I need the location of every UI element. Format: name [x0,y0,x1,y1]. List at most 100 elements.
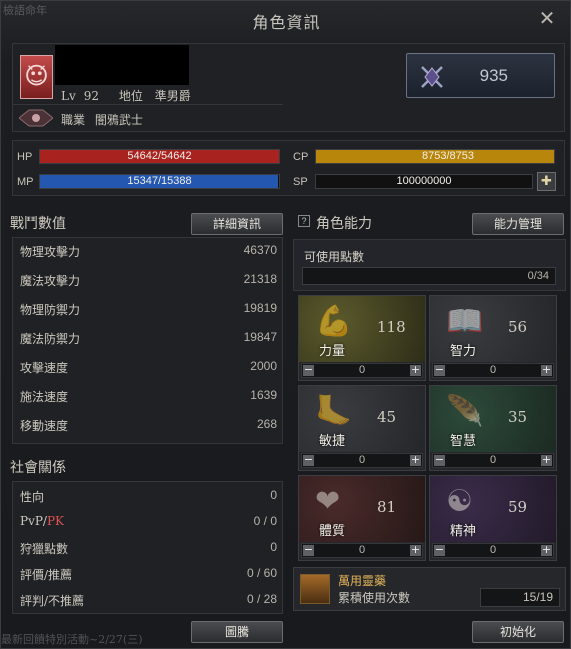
divider [12,104,283,105]
rank-value: 準男爵 [154,89,191,103]
ability-value: 56 [508,318,528,336]
arm-icon: 💪 [299,296,425,362]
increase-button[interactable]: + [410,544,421,556]
detail-info-button[interactable]: 詳細資訊 [191,213,283,235]
ability-alloc: 0 [358,364,366,376]
ability-value: 59 [508,498,528,516]
ability-alloc: 0 [358,544,366,556]
ability-alloc: 0 [489,544,497,556]
faction-score-box[interactable]: 935 [406,53,555,98]
elixir-name: 萬用靈藥 [338,574,387,588]
ability-alloc: 0 [358,454,366,466]
ability-value: 45 [377,408,397,426]
help-icon[interactable]: ? [298,215,310,227]
social-value: 0 / 28 [246,592,277,606]
demon-crest-icon [20,55,53,99]
social-row: PvP/PK 0 / 0 [12,508,283,536]
job-label: 職業 [61,113,86,127]
combat-stat-value: 46370 [243,243,277,257]
ability-manage-button[interactable]: 能力管理 [472,213,564,235]
abilities-title: 角色能力 [316,216,372,232]
hp-bar: 54642/54642 [39,149,280,164]
elixir-box: 萬用靈藥 累積使用次數 15/19 [293,567,566,611]
social-title: 社會關係 [10,460,66,476]
ability-alloc: 0 [489,454,497,466]
ability-stepper: −0 + [432,543,554,558]
combat-stat-value: 19847 [243,330,277,344]
ability-stepper: −0 + [301,543,423,558]
social-label: 狩獵點數 [20,542,69,556]
character-info-window: 檢語命年 角色資訊 ✕ Lv 92 地位 準男爵 職業 闇鴉武士 935 HP 5… [0,0,571,649]
combat-stat-label: 物理攻擊力 [20,245,81,259]
social-label: 性向 [20,490,45,504]
available-points-bar: 0/34 [302,267,556,285]
elixir-icon [300,574,330,604]
ability-card: 🦶 敏捷 45−0 + [298,385,426,471]
ability-name: 智慧 [450,434,477,449]
combat-stat-label: 攻擊速度 [20,361,69,375]
increase-button[interactable]: + [410,364,421,376]
social-value: 0 / 0 [253,514,277,528]
cp-label: CP [293,151,309,163]
foot-icon: 🦶 [299,386,425,452]
background-text-bottom: 最新回饋特別活動~2/27(三) [1,633,143,646]
sp-text: 100000000 [396,175,452,187]
job-emblem-icon [18,109,54,127]
ability-name: 力量 [319,344,346,359]
ability-alloc: 0 [489,364,497,376]
mind-icon: ☯ [430,476,556,542]
combat-stat-value: 21318 [243,272,277,286]
ability-stepper: −0 + [432,363,554,378]
book-icon: 📖 [430,296,556,362]
ability-card: ☯ 精神 59−0 + [429,475,557,561]
elixir-usage-value: 15/19 [480,588,560,607]
social-row: 性向 0 [12,482,283,510]
rank-label: 地位 [118,89,143,103]
social-value: 0 / 60 [246,566,277,580]
faction-score: 935 [479,66,508,85]
social-label: 評判/不推薦 [20,594,85,608]
mp-text: 15347/15388 [127,175,192,187]
combat-stat-row: 物理防禦力 19819 [12,295,283,323]
increase-button[interactable]: + [541,454,552,466]
hp-text: 54642/54642 [127,150,192,162]
combat-stat-row: 移動速度 268 [12,411,283,439]
ability-card: 📖 智力 56−0 + [429,295,557,381]
increase-button[interactable]: + [541,544,552,556]
level-label: Lv 92 [61,89,100,103]
increase-button[interactable]: + [410,454,421,466]
available-points-value: 0/34 [527,270,549,282]
increase-button[interactable]: + [541,364,552,376]
combat-stat-label: 魔法防禦力 [20,332,81,346]
cp-bar: 8753/8753 [315,149,555,164]
mp-bar: 15347/15388 [39,174,280,189]
ability-value: 35 [508,408,528,426]
hp-label: HP [17,151,33,163]
ability-card: 💪 力量 118−0 + [298,295,426,381]
social-label: PvP/PK [20,514,65,528]
combat-stat-value: 2000 [250,359,277,373]
ability-stepper: −0 + [301,363,423,378]
combat-stat-label: 物理防禦力 [20,303,81,317]
window-title: 角色資訊 [252,13,321,32]
social-label: 評價/推薦 [20,568,73,582]
job-value: 闇鴉武士 [94,113,143,127]
social-row: 評價/推薦 0 / 60 [12,560,283,588]
elixir-usage-label: 累積使用次數 [338,591,411,605]
heart-icon: ❤ [299,476,425,542]
close-icon[interactable]: ✕ [536,7,558,29]
ability-value: 118 [377,318,406,336]
reset-button[interactable]: 初始化 [472,621,564,643]
combat-stat-row: 施法速度 1639 [12,382,283,410]
ability-name: 敏捷 [319,434,346,449]
combat-stat-label: 施法速度 [20,390,69,404]
combat-stat-row: 攻擊速度 2000 [12,353,283,381]
social-value: 0 [270,540,277,554]
available-points-box: 可使用點數 0/34 [293,239,566,291]
sp-pouch-icon[interactable]: ✚ [537,172,556,191]
job-line: 職業 闇鴉武士 [61,111,149,128]
totem-button[interactable]: 圖騰 [191,621,283,643]
level-rank-line: Lv 92 地位 準男爵 [61,87,199,104]
combat-stat-value: 19819 [243,301,277,315]
ability-stepper: −0 + [301,453,423,468]
